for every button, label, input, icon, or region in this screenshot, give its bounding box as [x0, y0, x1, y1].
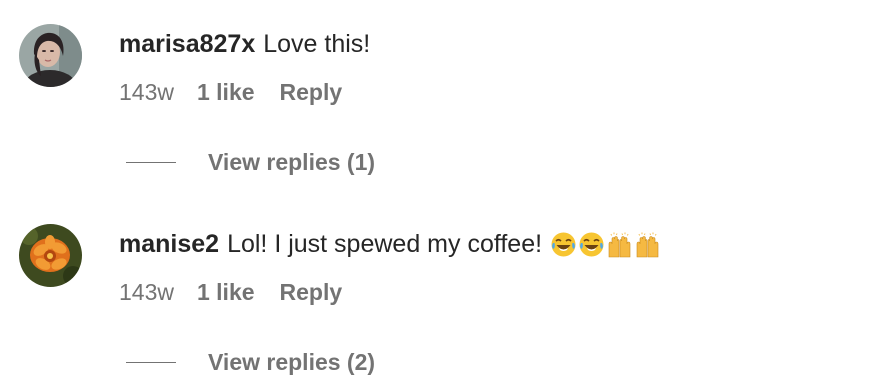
- view-replies-button[interactable]: View replies (2): [126, 348, 375, 376]
- comment-likes[interactable]: 1 like: [197, 78, 255, 106]
- comment-line: manise2 Lol! I just spewed my coffee!: [119, 229, 661, 259]
- comment-timestamp[interactable]: 143w: [119, 78, 174, 106]
- replies-divider: [126, 161, 176, 163]
- face-with-tears-of-joy-icon: [578, 231, 605, 258]
- view-replies-button[interactable]: View replies (1): [126, 148, 375, 176]
- reply-button[interactable]: Reply: [280, 78, 343, 106]
- comment-line: marisa827x Love this!: [119, 29, 370, 59]
- replies-divider: [126, 361, 176, 363]
- face-with-tears-of-joy-icon: [550, 231, 577, 258]
- raising-hands-icon: [634, 231, 661, 258]
- comment-meta: 143w 1 like Reply: [119, 78, 342, 106]
- avatar[interactable]: [19, 224, 82, 287]
- comment-emojis: [550, 231, 661, 258]
- comment-username[interactable]: marisa827x: [119, 29, 255, 59]
- reply-button[interactable]: Reply: [280, 278, 343, 306]
- view-replies-label: View replies (1): [208, 149, 376, 175]
- comment-text: Lol! I just spewed my coffee!: [227, 230, 543, 258]
- comment-username[interactable]: manise2: [119, 229, 219, 259]
- view-replies-label: View replies (2): [208, 349, 376, 375]
- comment-timestamp[interactable]: 143w: [119, 278, 174, 306]
- comment-likes[interactable]: 1 like: [197, 278, 255, 306]
- comment-meta: 143w 1 like Reply: [119, 278, 342, 306]
- profile-photo-icon: [19, 224, 82, 287]
- profile-photo-icon: [19, 24, 82, 87]
- comment-text: Love this!: [263, 30, 371, 58]
- raising-hands-icon: [606, 231, 633, 258]
- avatar[interactable]: [19, 24, 82, 87]
